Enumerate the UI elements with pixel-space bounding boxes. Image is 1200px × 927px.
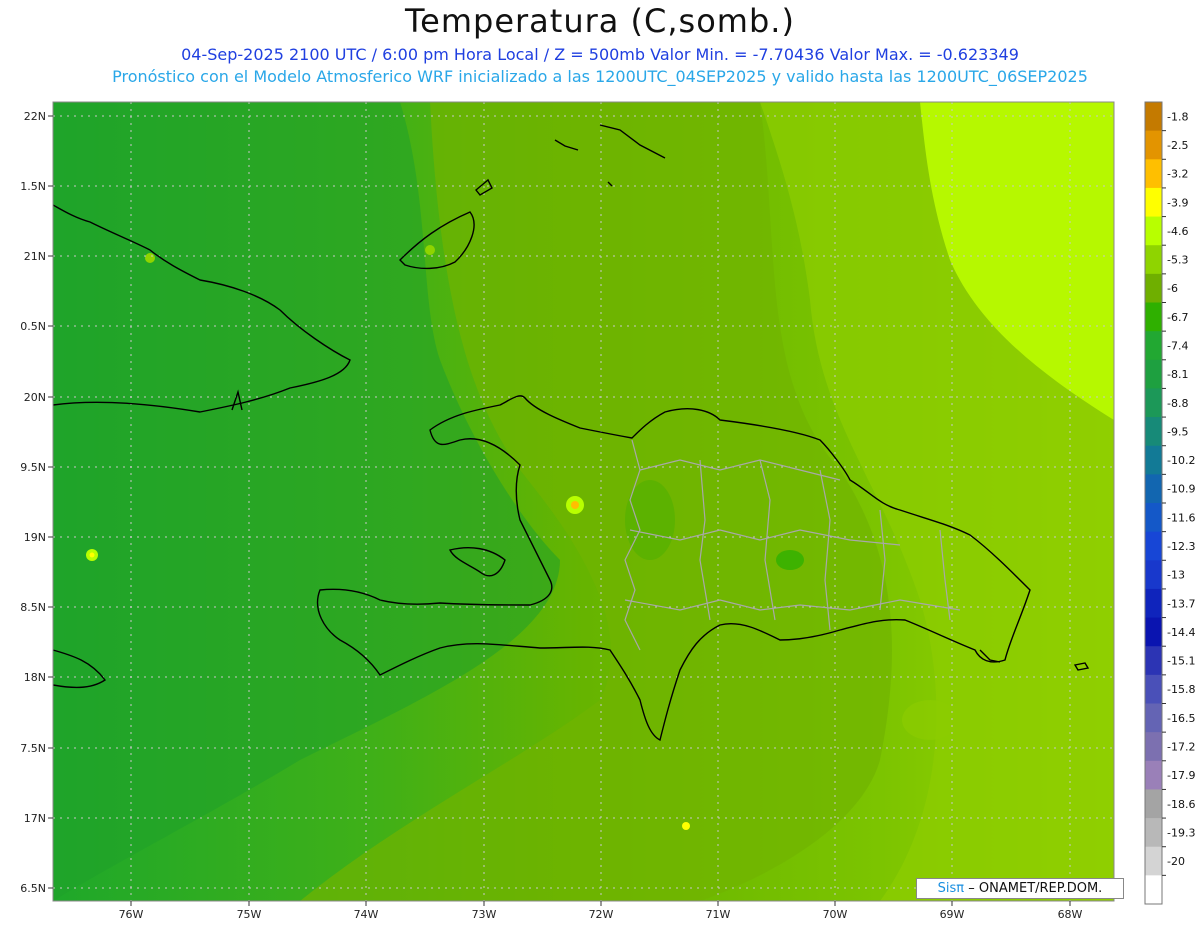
colorbar-swatch	[1145, 474, 1162, 504]
credit-text: – ONAMET/REP.DOM.	[968, 881, 1103, 896]
colorbar-label: -7.4	[1167, 339, 1188, 352]
colorbar-label: -10.2	[1167, 454, 1195, 467]
colorbar-label: -17.2	[1167, 740, 1195, 753]
colorbar-swatch	[1145, 273, 1162, 303]
colorbar-swatch	[1145, 331, 1162, 361]
lat-label: 20N	[24, 391, 46, 404]
colorbar-swatch	[1145, 130, 1162, 160]
colorbar-label: -17.9	[1167, 769, 1195, 782]
colorbar-swatch	[1145, 703, 1162, 733]
colorbar-label: -3.9	[1167, 196, 1188, 209]
colorbar-swatch	[1145, 445, 1162, 475]
colorbar-label: -2.5	[1167, 139, 1188, 152]
colorbar-label: -11.6	[1167, 511, 1195, 524]
latitude-labels: 22N 1.5N 21N 0.5N 20N 9.5N 19N 8.5N 18N 7.5N 17N 6.…	[20, 110, 53, 895]
colorbar-label: -20	[1167, 855, 1185, 868]
colorbar-swatch	[1145, 732, 1162, 762]
colorbar-swatch	[1145, 760, 1162, 790]
colorbar-label: -15.8	[1167, 683, 1195, 696]
lat-label: 21N	[24, 250, 46, 263]
colorbar: -1.8 -2.5 -3.2 -3.9 -4.6 -5.3 -6 -6.7 -7.4 -8.1 -8…	[1144, 101, 1195, 905]
lon-label: 76W	[119, 908, 144, 921]
lat-label: 17N	[24, 812, 46, 825]
colorbar-label: -13.7	[1167, 597, 1195, 610]
colorbar-swatch	[1145, 818, 1162, 848]
colorbar-label: -15.1	[1167, 655, 1195, 668]
longitude-labels: 76W 75W 74W 73W 72W 71W 70W 69W 68W	[119, 901, 1083, 921]
colorbar-label: -13	[1167, 569, 1185, 582]
colorbar-label: -1.8	[1167, 110, 1188, 123]
colorbar-label: -14.4	[1167, 626, 1195, 639]
colorbar-label: -9.5	[1167, 425, 1188, 438]
lon-label: 69W	[940, 908, 965, 921]
lat-label: 6.5N	[20, 882, 46, 895]
lon-label: 71W	[706, 908, 731, 921]
colorbar-swatch	[1145, 503, 1162, 533]
colorbar-swatch	[1145, 102, 1162, 132]
lat-label: 22N	[24, 110, 46, 123]
colorbar-label: -18.6	[1167, 798, 1195, 811]
colorbar-label: -16.5	[1167, 712, 1195, 725]
colorbar-label: -4.6	[1167, 225, 1188, 238]
colorbar-swatch	[1145, 531, 1162, 561]
lon-label: 68W	[1058, 908, 1083, 921]
colorbar-swatch	[1145, 159, 1162, 189]
colorbar-swatch	[1145, 875, 1162, 905]
colorbar-swatch	[1145, 417, 1162, 447]
colorbar-swatch	[1145, 588, 1162, 619]
lat-label: 0.5N	[20, 320, 46, 333]
colorbar-swatch	[1145, 674, 1162, 704]
colorbar-swatch	[1145, 245, 1162, 275]
colorbar-label: -8.1	[1167, 368, 1188, 381]
colorbar-swatch	[1145, 302, 1162, 332]
temperature-map: 22N 1.5N 21N 0.5N 20N 9.5N 19N 8.5N 18N 7.5N 17N 6.…	[20, 101, 1195, 921]
temperature-field	[53, 102, 1114, 901]
lat-label: 8.5N	[20, 601, 46, 614]
lon-label: 72W	[589, 908, 614, 921]
colorbar-swatch	[1145, 617, 1162, 647]
colorbar-swatch	[1145, 846, 1162, 876]
colorbar-label: -5.3	[1167, 254, 1188, 267]
colorbar-label: -6.7	[1167, 311, 1188, 324]
colorbar-label: -8.8	[1167, 397, 1188, 410]
lat-label: 18N	[24, 671, 46, 684]
credit-box: Sisπ – ONAMET/REP.DOM.	[916, 878, 1124, 899]
lon-label: 75W	[237, 908, 262, 921]
credit-brand: Sisπ	[937, 881, 965, 896]
colorbar-swatch	[1145, 789, 1162, 819]
colorbar-swatch	[1145, 216, 1162, 246]
lat-label: 7.5N	[20, 742, 46, 755]
colorbar-label: -3.2	[1167, 168, 1188, 181]
lat-label: 1.5N	[20, 180, 46, 193]
colorbar-swatch	[1145, 560, 1162, 590]
colorbar-swatch	[1145, 187, 1162, 218]
colorbar-label: -12.3	[1167, 540, 1195, 553]
lon-label: 74W	[354, 908, 379, 921]
lon-label: 73W	[472, 908, 497, 921]
lat-label: 19N	[24, 531, 46, 544]
colorbar-label: -6	[1167, 282, 1178, 295]
colorbar-swatch	[1145, 359, 1162, 389]
colorbar-swatch	[1145, 646, 1162, 676]
lon-label: 70W	[823, 908, 848, 921]
lat-label: 9.5N	[20, 461, 46, 474]
colorbar-label: -19.3	[1167, 826, 1195, 839]
colorbar-label: -10.9	[1167, 483, 1195, 496]
colorbar-swatch	[1145, 388, 1162, 418]
